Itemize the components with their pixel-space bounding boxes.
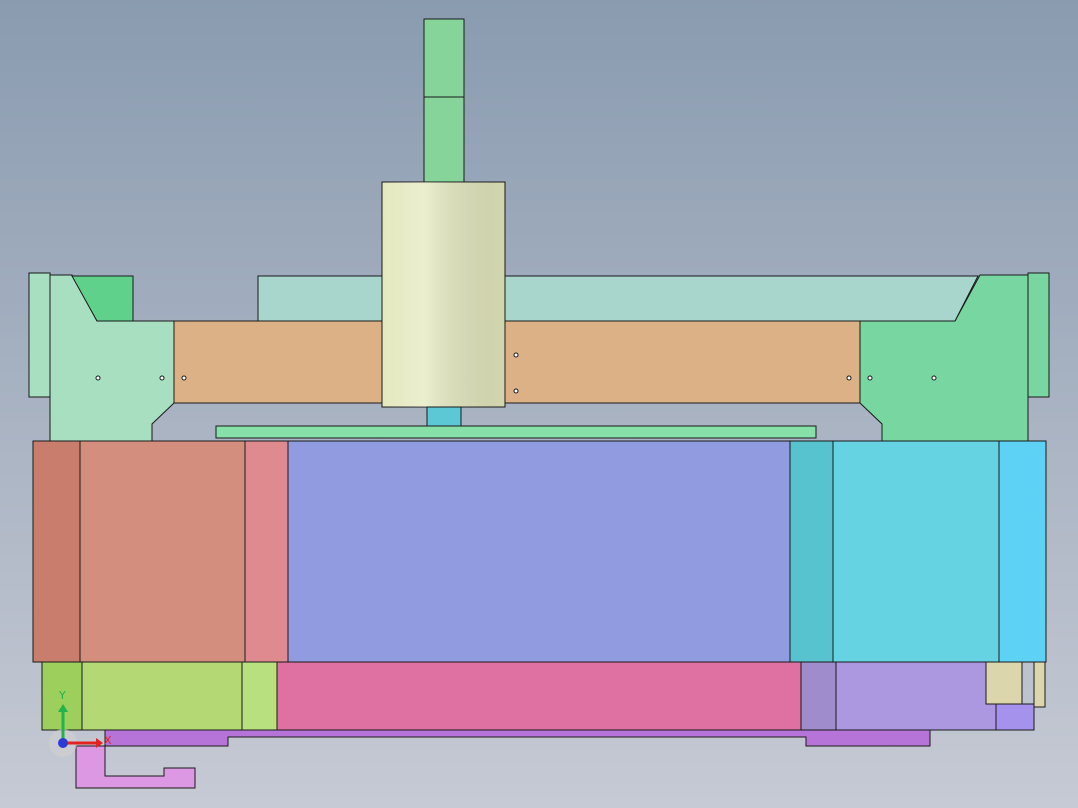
gantry-end-cap-right[interactable]	[1027, 272, 1050, 398]
spindle-motor-lower[interactable]	[423, 96, 465, 183]
lower-block-4[interactable]	[800, 660, 837, 731]
lower-block-2[interactable]	[81, 660, 243, 731]
spindle-motor-top[interactable]	[423, 18, 465, 98]
lower-pad[interactable]	[985, 660, 1023, 705]
lower-block-3[interactable]	[241, 660, 278, 731]
base-block-3[interactable]	[244, 440, 289, 663]
bolt-hole-8[interactable]	[931, 375, 937, 381]
base-block-2[interactable]	[79, 440, 246, 663]
bolt-hole-2[interactable]	[159, 375, 165, 381]
gantry-end-cap-left[interactable]	[28, 272, 51, 398]
spindle-collet[interactable]	[426, 406, 462, 427]
gantry-top-rail[interactable]	[257, 275, 979, 322]
cad-viewport[interactable]: X Y	[0, 0, 1078, 808]
bolt-hole-4[interactable]	[513, 352, 519, 358]
triad-y-label: Y	[59, 689, 66, 702]
triad-x-label: X	[104, 734, 112, 747]
lower-block-6[interactable]	[995, 703, 1035, 731]
bolt-hole-5[interactable]	[513, 388, 519, 394]
bolt-hole-6[interactable]	[846, 375, 852, 381]
cnc-machine-front-view[interactable]	[0, 0, 1078, 808]
lower-drawer-panel[interactable]	[276, 661, 802, 731]
bolt-hole-3[interactable]	[181, 375, 187, 381]
base-block-4[interactable]	[789, 440, 834, 663]
lower-block-5[interactable]	[835, 660, 997, 731]
work-table[interactable]	[287, 440, 791, 663]
tool-rail[interactable]	[215, 425, 817, 439]
spindle-body-shading[interactable]	[382, 182, 505, 407]
base-block-6[interactable]	[998, 440, 1047, 663]
base-block-5[interactable]	[832, 440, 1000, 663]
base-block-1[interactable]	[32, 440, 81, 663]
lower-pad-right[interactable]	[1033, 660, 1046, 708]
triad-z-axis	[58, 738, 68, 748]
bolt-hole-7[interactable]	[867, 375, 873, 381]
bolt-hole-1[interactable]	[95, 375, 101, 381]
